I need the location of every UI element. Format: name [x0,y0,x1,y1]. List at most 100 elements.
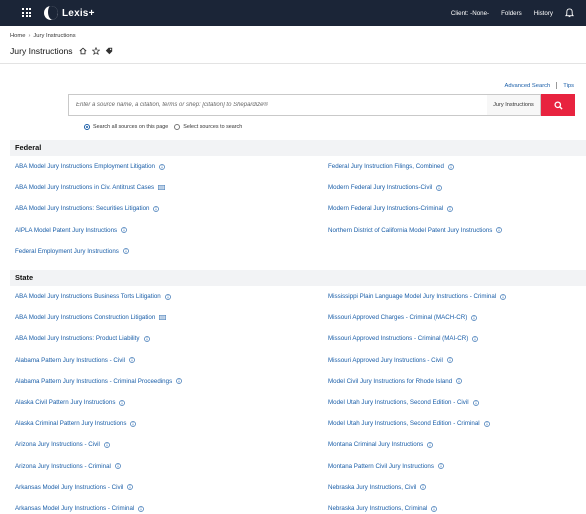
info-icon[interactable] [496,227,503,233]
tips-link[interactable]: Tips [563,83,574,89]
source-link[interactable]: Arkansas Model Jury Instructions - Civil [15,484,134,491]
source-link[interactable]: Missouri Approved Charges - Criminal (MA… [328,314,478,321]
history-link[interactable]: History [534,10,553,17]
source-link[interactable]: Nebraska Jury Instructions, Criminal [328,505,438,512]
source-link-label[interactable]: Alabama Pattern Jury Instructions - Civi… [15,357,125,364]
star-icon[interactable] [91,47,100,55]
search-button[interactable] [541,94,575,116]
source-link-label[interactable]: Mississippi Plain Language Model Jury In… [328,293,496,300]
source-link[interactable]: Arizona Jury Instructions - Criminal [15,463,121,470]
notification-bell-icon[interactable] [565,8,574,18]
source-link-label[interactable]: ABA Model Jury Instructions Employment L… [15,163,155,170]
search-input[interactable] [76,95,481,115]
document-icon[interactable] [158,185,166,190]
source-link-label[interactable]: Arizona Jury Instructions - Civil [15,441,100,448]
source-link[interactable]: Mississippi Plain Language Model Jury In… [328,293,506,300]
info-icon[interactable] [431,505,438,512]
info-icon[interactable] [436,184,443,191]
source-link-label[interactable]: Missouri Approved Instructions - Crimina… [328,335,468,342]
info-icon[interactable] [115,463,121,469]
lexis-logo[interactable]: Lexis+ [44,5,95,21]
info-icon[interactable] [472,399,479,406]
client-selector[interactable]: Client: -None- [451,10,489,17]
info-icon[interactable] [164,293,171,300]
source-link[interactable]: Alaska Civil Pattern Jury Instructions [15,399,126,406]
info-icon[interactable] [119,399,126,406]
radio-select-sources[interactable] [174,124,181,130]
source-link[interactable]: ABA Model Jury Instructions Employment L… [15,163,165,170]
source-link-label[interactable]: ABA Model Jury Instructions Construction… [15,314,155,321]
source-link[interactable]: Alaska Criminal Pattern Jury Instruction… [15,420,137,427]
source-link-label[interactable]: Nebraska Jury Instructions, Civil [328,484,416,491]
radio-select-sources-label[interactable]: Select sources to search [183,124,242,130]
app-grid-icon[interactable] [22,8,31,17]
radio-search-all[interactable] [84,124,90,130]
info-icon[interactable] [153,206,160,212]
source-link-label[interactable]: Model Utah Jury Instructions, Second Edi… [328,420,480,427]
folders-link[interactable]: Folders [501,10,522,17]
source-link[interactable]: Montana Criminal Jury Instructions [328,441,434,448]
source-link-label[interactable]: Northern District of California Model Pa… [328,227,492,234]
info-icon[interactable] [129,357,135,363]
source-link-label[interactable]: Alaska Criminal Pattern Jury Instruction… [15,420,126,427]
radio-search-all-label[interactable]: Search all sources on this page [93,124,168,130]
source-link-label[interactable]: Modern Federal Jury Instructions-Civil [328,184,432,191]
info-icon[interactable] [130,420,137,427]
source-link[interactable]: Modern Federal Jury Instructions-Crimina… [328,205,454,212]
info-icon[interactable] [447,357,453,363]
info-icon[interactable] [176,378,182,385]
source-link-label[interactable]: Modern Federal Jury Instructions-Crimina… [328,205,443,212]
breadcrumb-home[interactable]: Home [10,33,25,39]
source-link-label[interactable]: Arkansas Model Jury Instructions - Civil [15,484,123,491]
source-link[interactable]: Model Civil Jury Instructions for Rhode … [328,378,462,385]
source-link[interactable]: Missouri Approved Instructions - Crimina… [328,335,479,342]
source-link-label[interactable]: Federal Jury Instruction Filings, Combin… [328,163,444,170]
source-link-label[interactable]: AIPLA Model Patent Jury Instructions [15,227,117,234]
source-link-label[interactable]: ABA Model Jury Instructions: Securities … [15,205,149,212]
info-icon[interactable] [143,336,150,342]
source-link-label[interactable]: Nebraska Jury Instructions, Criminal [328,505,427,512]
source-link-label[interactable]: Alaska Civil Pattern Jury Instructions [15,399,115,406]
source-link[interactable]: ABA Model Jury Instructions Construction… [15,314,167,321]
source-link[interactable]: Arkansas Model Jury Instructions - Crimi… [15,505,145,512]
source-link[interactable]: Federal Jury Instruction Filings, Combin… [328,163,454,170]
source-link[interactable]: Modern Federal Jury Instructions-Civil [328,184,443,191]
source-link[interactable]: Alabama Pattern Jury Instructions - Crim… [15,378,182,385]
source-link-label[interactable]: ABA Model Jury Instructions Business Tor… [15,293,161,300]
source-link-label[interactable]: ABA Model Jury Instructions in Civ. Anti… [15,184,154,191]
source-link-label[interactable]: Arizona Jury Instructions - Criminal [15,463,111,470]
source-link-label[interactable]: Federal Employment Jury Instructions [15,248,119,255]
source-link[interactable]: ABA Model Jury Instructions Business Tor… [15,293,171,300]
search-scope-selector[interactable]: Jury Instructions [487,94,541,116]
source-link[interactable]: AIPLA Model Patent Jury Instructions [15,227,127,234]
source-link[interactable]: Model Utah Jury Instructions, Second Edi… [328,399,479,406]
source-link-label[interactable]: Missouri Approved Charges - Criminal (MA… [328,314,467,321]
info-icon[interactable] [471,314,478,321]
source-link[interactable]: ABA Model Jury Instructions: Securities … [15,205,160,212]
source-link[interactable]: Federal Employment Jury Instructions [15,248,129,255]
source-link-label[interactable]: Alabama Pattern Jury Instructions - Crim… [15,378,172,385]
advanced-search-link[interactable]: Advanced Search [504,83,550,89]
info-icon[interactable] [138,505,145,512]
source-link-label[interactable]: Model Civil Jury Instructions for Rhode … [328,378,452,385]
source-link[interactable]: ABA Model Jury Instructions in Civ. Anti… [15,184,166,191]
document-icon[interactable] [159,315,167,320]
source-link-label[interactable]: Montana Pattern Civil Jury Instructions [328,463,434,470]
source-link[interactable]: Missouri Approved Jury Instructions - Ci… [328,357,453,364]
source-link[interactable]: Montana Pattern Civil Jury Instructions [328,463,444,470]
source-link[interactable]: Alabama Pattern Jury Instructions - Civi… [15,357,135,364]
info-icon[interactable] [123,248,129,255]
source-link[interactable]: Nebraska Jury Instructions, Civil [328,484,427,491]
source-link[interactable]: Arizona Jury Instructions - Civil [15,441,110,448]
info-icon[interactable] [159,163,165,170]
source-link[interactable]: Northern District of California Model Pa… [328,227,503,234]
info-icon[interactable] [438,463,444,469]
info-icon[interactable] [483,420,490,427]
info-icon[interactable] [448,163,454,170]
info-icon[interactable] [127,484,134,491]
source-link[interactable]: ABA Model Jury Instructions: Product Lia… [15,335,150,342]
home-icon[interactable] [79,47,87,55]
info-icon[interactable] [427,442,434,448]
source-link-label[interactable]: Montana Criminal Jury Instructions [328,441,423,448]
source-link-label[interactable]: ABA Model Jury Instructions: Product Lia… [15,335,140,342]
